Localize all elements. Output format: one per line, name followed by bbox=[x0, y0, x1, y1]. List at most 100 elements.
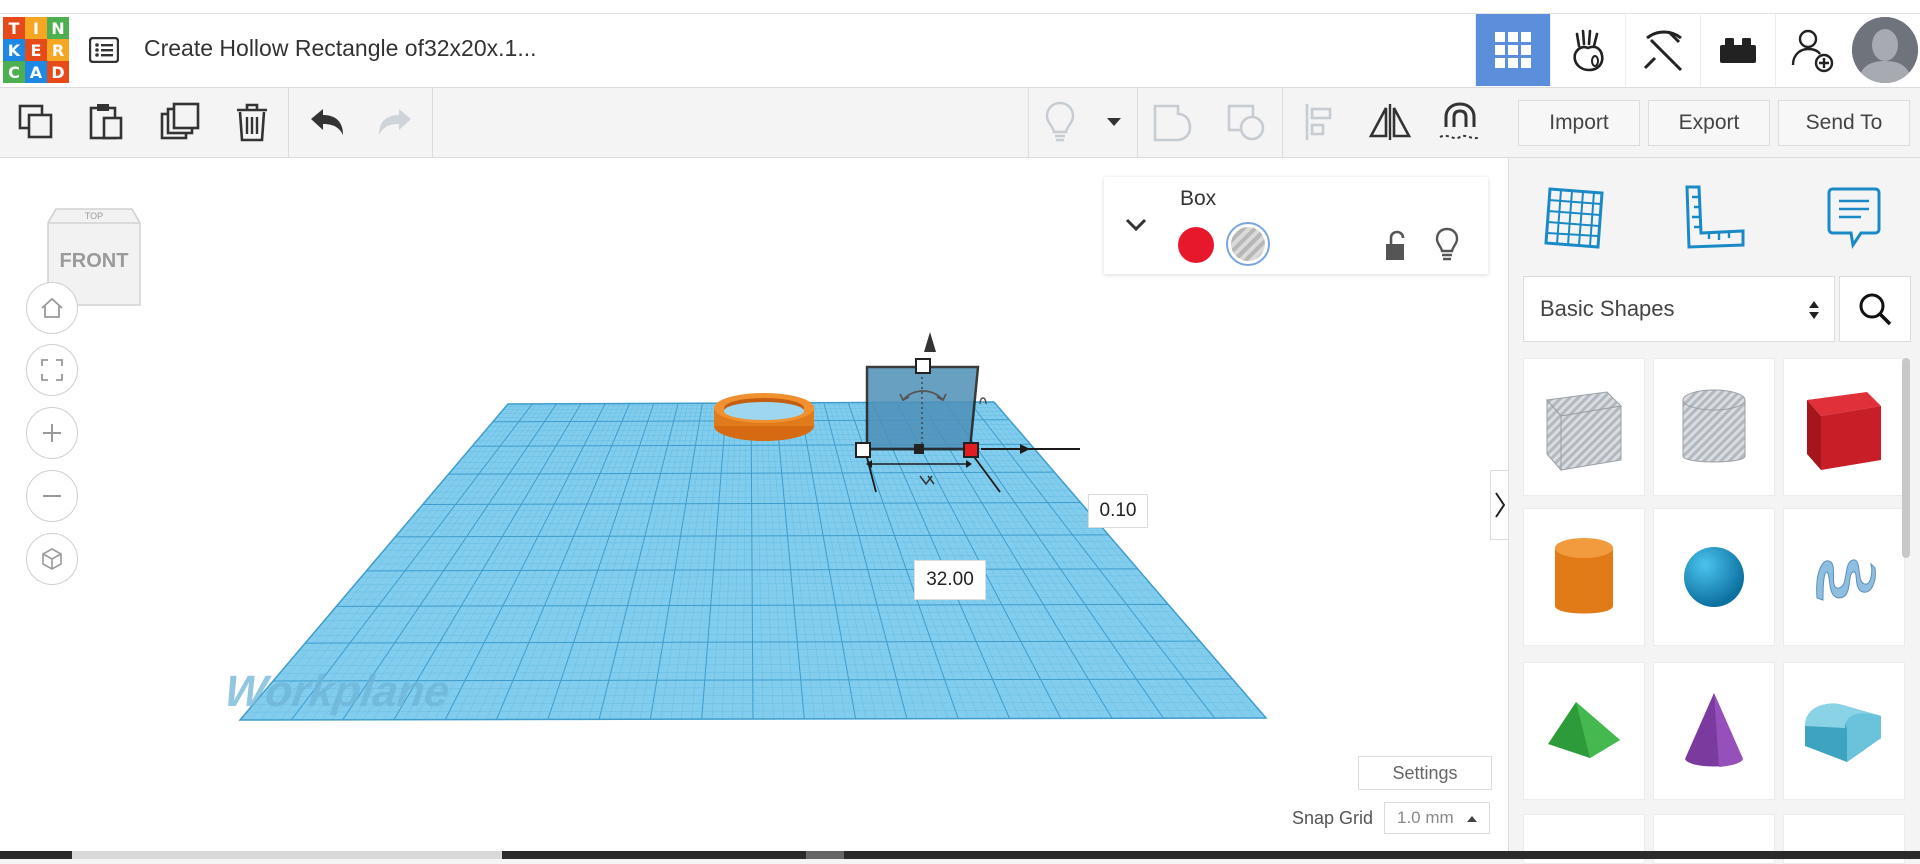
redo-icon bbox=[379, 109, 411, 135]
ruler-tab[interactable] bbox=[1669, 178, 1759, 258]
ungroup-icon bbox=[1227, 104, 1265, 141]
cylinder-hole-shape[interactable] bbox=[1653, 358, 1775, 496]
round-roof-shape[interactable] bbox=[1783, 662, 1905, 800]
tinkercad-logo[interactable]: TINKERCAD bbox=[3, 17, 69, 83]
blue-sphere-icon bbox=[1684, 547, 1744, 607]
copy-icon bbox=[18, 104, 53, 139]
bricks-button[interactable] bbox=[1700, 14, 1775, 86]
scribble-shape[interactable] bbox=[1783, 508, 1905, 646]
shapes-sidebar: Basic Shapes bbox=[1508, 158, 1920, 864]
snap-grid-label: Snap Grid bbox=[1292, 808, 1374, 828]
collapse-panel-button[interactable] bbox=[1118, 207, 1154, 243]
import-button[interactable]: Import bbox=[1518, 100, 1640, 146]
blocks-button[interactable] bbox=[1625, 14, 1700, 86]
group-icon bbox=[1153, 104, 1192, 142]
mirror-button[interactable] bbox=[1366, 98, 1414, 146]
sidebar-scrollbar[interactable] bbox=[1902, 358, 1910, 558]
send-to-button[interactable]: Send To bbox=[1778, 100, 1910, 146]
cone-shape[interactable] bbox=[1653, 662, 1775, 800]
chevron-down-icon bbox=[1125, 218, 1147, 232]
lift-cone-handle[interactable] bbox=[924, 332, 936, 352]
sphere-shape[interactable] bbox=[1653, 508, 1775, 646]
speech-bubble-icon bbox=[1827, 187, 1881, 249]
ruler-icon bbox=[1685, 185, 1745, 249]
redo-button[interactable] bbox=[372, 98, 420, 146]
avatar-image bbox=[1852, 17, 1918, 83]
snap-grid-select[interactable]: 1.0 mm bbox=[1384, 802, 1490, 834]
shape-properties-panel: Box bbox=[1104, 177, 1488, 274]
teal-round-roof-icon bbox=[1805, 703, 1881, 762]
user-avatar[interactable] bbox=[1850, 14, 1920, 86]
toolbar-separator bbox=[288, 88, 289, 157]
header-view-buttons bbox=[1475, 14, 1920, 86]
snap-magnet-button[interactable] bbox=[1436, 98, 1484, 146]
search-icon bbox=[1859, 293, 1892, 326]
hole-cylinder-icon bbox=[1682, 389, 1746, 463]
height-handle[interactable] bbox=[915, 358, 931, 374]
header-bar: TINKERCAD Create Hollow Rectangle of32x2… bbox=[0, 14, 1920, 88]
solid-color-button[interactable] bbox=[1178, 227, 1214, 263]
shape-category-select[interactable]: Basic Shapes bbox=[1523, 276, 1835, 342]
logo-letter: A bbox=[25, 61, 47, 83]
delete-button[interactable] bbox=[228, 98, 276, 146]
cylinder-shape[interactable] bbox=[1523, 508, 1645, 646]
toolbar-separator bbox=[1028, 88, 1029, 157]
duplicate-button[interactable] bbox=[156, 98, 204, 146]
orange-ring-shape[interactable] bbox=[714, 393, 814, 441]
taskbar-segment bbox=[806, 851, 844, 859]
logo-letter: R bbox=[47, 39, 69, 61]
group-button[interactable] bbox=[1148, 98, 1196, 146]
edit-toolbar bbox=[0, 88, 1508, 158]
align-button[interactable] bbox=[1296, 98, 1344, 146]
corner-handle-active[interactable] bbox=[963, 442, 979, 458]
scribble-icon bbox=[1816, 559, 1876, 601]
workplane-label: Workplane bbox=[222, 667, 453, 716]
duplicate-icon bbox=[160, 102, 200, 140]
notes-button[interactable] bbox=[1036, 98, 1084, 146]
box-hole-shape[interactable] bbox=[1523, 358, 1645, 496]
corner-handle[interactable] bbox=[855, 442, 871, 458]
export-button[interactable]: Export bbox=[1648, 100, 1770, 146]
ungroup-button[interactable] bbox=[1222, 98, 1270, 146]
logo-letter: T bbox=[3, 17, 25, 39]
magnet-icon bbox=[1439, 102, 1481, 140]
3d-design-view-button[interactable] bbox=[1475, 14, 1550, 86]
unlock-icon[interactable] bbox=[1382, 230, 1412, 262]
mirror-icon bbox=[1368, 104, 1412, 140]
caret-up-icon bbox=[1467, 816, 1477, 822]
red-box-icon bbox=[1807, 392, 1881, 470]
shape-name[interactable]: Box bbox=[1180, 187, 1216, 211]
lightbulb-icon bbox=[1045, 101, 1075, 142]
box-shape[interactable] bbox=[1783, 358, 1905, 496]
design-title[interactable]: Create Hollow Rectangle of32x20x.1... bbox=[144, 35, 537, 62]
collapse-panel-handle[interactable] bbox=[1490, 470, 1509, 540]
design-list-button[interactable] bbox=[86, 32, 122, 68]
roof-shape[interactable] bbox=[1523, 662, 1645, 800]
add-user-icon bbox=[1791, 29, 1834, 73]
caret-down-icon bbox=[1107, 118, 1121, 126]
undo-icon bbox=[311, 109, 343, 135]
center-handle[interactable] bbox=[914, 444, 924, 454]
logo-letter: N bbox=[47, 17, 69, 39]
hole-box-icon bbox=[1546, 391, 1623, 472]
notes-dropdown-button[interactable] bbox=[1090, 98, 1138, 146]
pickaxe-icon bbox=[1643, 30, 1683, 72]
toolbar-separator bbox=[1282, 88, 1283, 157]
sim-lab-button[interactable] bbox=[1550, 14, 1625, 86]
settings-button[interactable]: Settings bbox=[1358, 756, 1492, 790]
notes-tab[interactable] bbox=[1809, 178, 1899, 258]
paste-button[interactable] bbox=[82, 98, 130, 146]
lightbulb-icon[interactable] bbox=[1432, 227, 1462, 261]
hole-button[interactable] bbox=[1226, 222, 1270, 266]
height-dimension-input[interactable]: 0.10 bbox=[1088, 494, 1148, 528]
browser-top-strip bbox=[0, 0, 1920, 14]
undo-button[interactable] bbox=[302, 98, 350, 146]
workplane-tab[interactable] bbox=[1529, 178, 1619, 258]
shape-search-button[interactable] bbox=[1839, 276, 1911, 342]
toolbar-separator bbox=[1137, 88, 1138, 157]
paste-icon bbox=[89, 104, 123, 140]
invite-user-button[interactable] bbox=[1775, 14, 1850, 86]
width-dimension-input[interactable]: 32.00 bbox=[914, 560, 986, 600]
list-icon bbox=[89, 37, 119, 63]
copy-button[interactable] bbox=[12, 98, 60, 146]
